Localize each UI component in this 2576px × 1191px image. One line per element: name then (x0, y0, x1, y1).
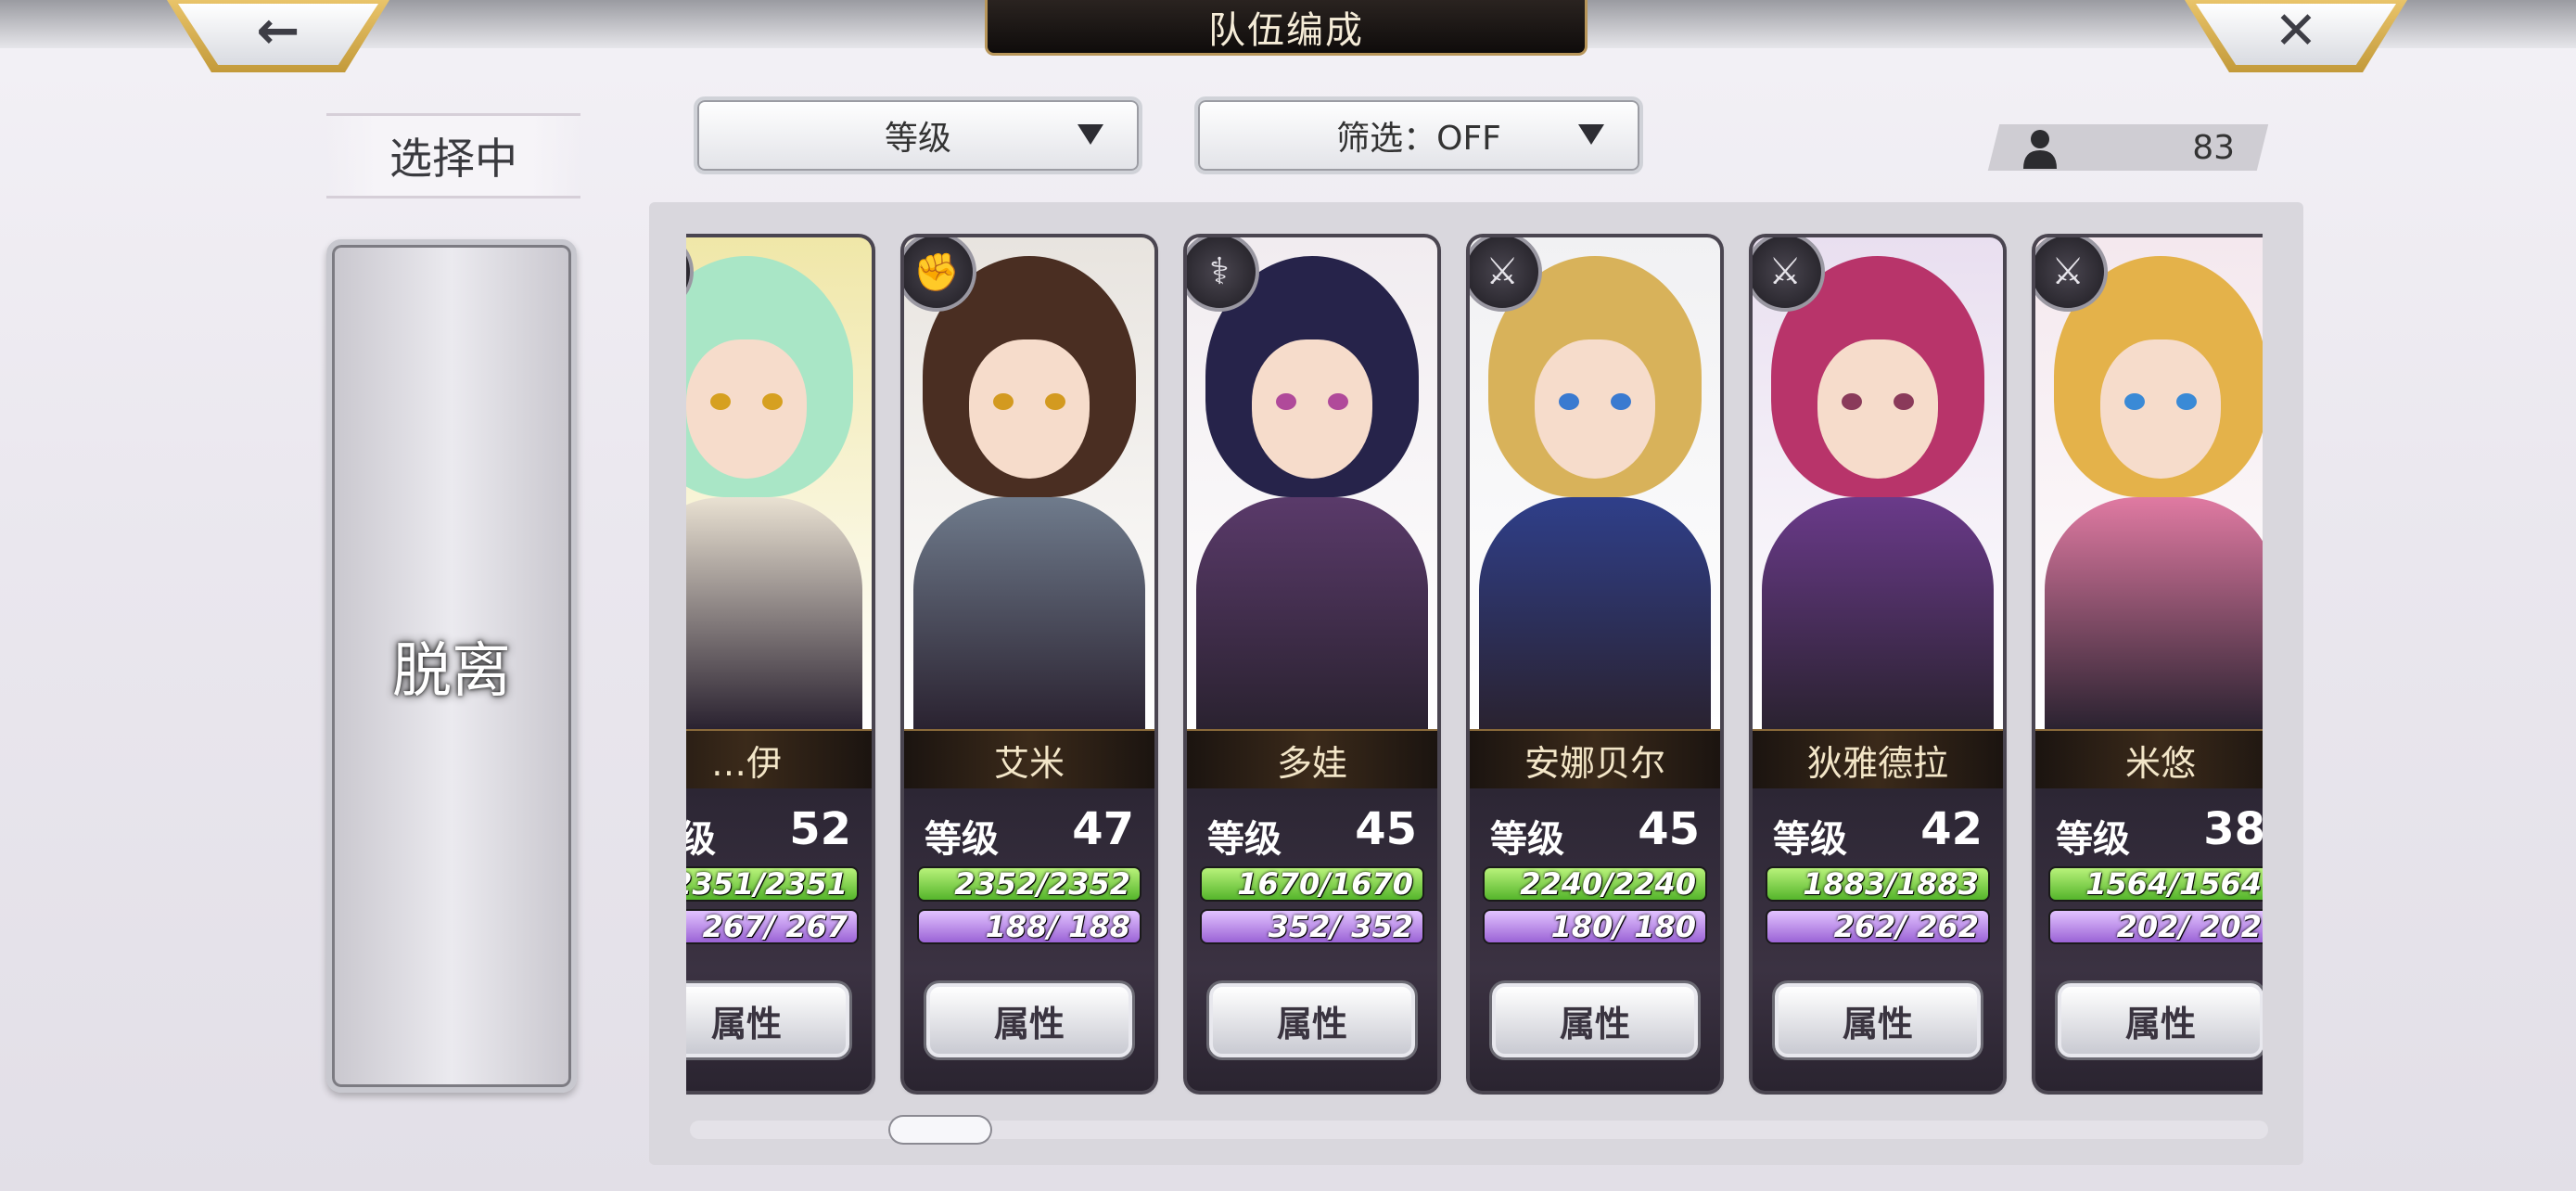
character-stats: 等级 42 1883/1883 262/ 262 属性 (1753, 788, 2003, 1091)
attributes-button-label: 属性 (1559, 1003, 1630, 1044)
mp-text: 188/ 188 (985, 911, 1130, 942)
character-stats: 等级 38 1564/1564 202/ 202 属性 (2035, 788, 2263, 1091)
hp-text: 2352/2352 (954, 868, 1130, 900)
person-icon (2023, 130, 2057, 169)
character-card[interactable]: ✊ 艾米 等级 47 2352/2352 188/ 188 属性 (904, 237, 1154, 1091)
leave-party-button[interactable]: 脱离 (326, 239, 577, 1093)
character-name-bar: 安娜贝尔 (1470, 729, 1720, 790)
character-card[interactable]: ↗…伊等级522351/2351267/ 267属性 (686, 237, 872, 1091)
character-name: 狄雅德拉 (1806, 742, 1948, 784)
character-name: 艾米 (993, 742, 1065, 784)
page-title: 队伍编成 (985, 0, 1588, 56)
mp-bar: 202/ 202 (2050, 911, 2263, 942)
hp-bar: 1883/1883 (1767, 868, 1988, 900)
attributes-button[interactable]: 属性 (2058, 983, 2263, 1057)
mp-text: 352/ 352 (1268, 911, 1413, 942)
character-card[interactable]: ⚔ 安娜贝尔 等级 45 2240/2240 180/ 180 属性 (1470, 237, 1720, 1091)
selecting-label-text: 选择中 (389, 134, 517, 184)
scrollbar-thumb[interactable] (890, 1117, 990, 1143)
attributes-button[interactable]: 属性 (686, 983, 849, 1057)
hp-bar: 1670/1670 (1202, 868, 1422, 900)
hp-bar: 2351/2351 (686, 868, 857, 900)
hp-text: 1564/1564 (2085, 868, 2262, 900)
character-name: 米悠 (2124, 742, 2196, 784)
close-x-icon: ✕ (2274, 0, 2318, 61)
character-name: 多娃 (1276, 742, 1347, 784)
level-label: 等级 (2056, 818, 2130, 861)
mp-bar: 267/ 267 (686, 911, 857, 942)
character-name: …伊 (710, 742, 782, 784)
arrow-left-icon: ← (256, 0, 300, 61)
filter-dropdown-label: 筛选：OFF (1336, 120, 1501, 158)
hp-bar: 1564/1564 (2050, 868, 2263, 900)
attributes-button-label: 属性 (1842, 1003, 1913, 1044)
character-card[interactable]: ⚔ 米悠 等级 38 1564/1564 202/ 202 属性 (2035, 237, 2263, 1091)
level-value: 42 (1920, 803, 1983, 855)
character-card[interactable]: ⚕ 多娃 等级 45 1670/1670 352/ 352 属性 (1187, 237, 1437, 1091)
selecting-label: 选择中 (326, 113, 580, 198)
character-stats: 等级 45 2240/2240 180/ 180 属性 (1470, 788, 1720, 1091)
sort-dropdown-label: 等级 (884, 120, 951, 158)
level-value: 38 (2203, 803, 2263, 855)
chevron-down-icon (1078, 124, 1103, 145)
attributes-button-label: 属性 (2124, 1003, 2196, 1044)
level-value: 45 (1355, 803, 1417, 855)
character-name-bar: …伊 (686, 729, 872, 790)
attributes-button[interactable]: 属性 (1209, 983, 1415, 1057)
hp-text: 1670/1670 (1237, 868, 1413, 900)
level-label: 等级 (686, 818, 716, 861)
mp-bar: 262/ 262 (1767, 911, 1988, 942)
chevron-down-icon (1578, 124, 1604, 145)
character-name-bar: 米悠 (2035, 729, 2263, 790)
attributes-button-label: 属性 (1276, 1003, 1347, 1044)
mp-text: 267/ 267 (702, 911, 848, 942)
character-name: 安娜贝尔 (1524, 742, 1665, 784)
sort-dropdown[interactable]: 等级 (694, 96, 1142, 174)
level-label: 等级 (1490, 818, 1564, 861)
attributes-button-label: 属性 (710, 1003, 782, 1044)
unit-count: 83 (2192, 128, 2235, 167)
back-button[interactable]: ← (167, 0, 389, 72)
character-name-bar: 艾米 (904, 729, 1154, 790)
hp-bar: 2352/2352 (919, 868, 1140, 900)
character-card[interactable]: ⚔ 狄雅德拉 等级 42 1883/1883 262/ 262 属性 (1753, 237, 2003, 1091)
character-name-bar: 狄雅德拉 (1753, 729, 2003, 790)
filter-dropdown[interactable]: 筛选：OFF (1194, 96, 1643, 174)
level-label: 等级 (1773, 818, 1847, 861)
level-value: 45 (1638, 803, 1700, 855)
attributes-button-label: 属性 (993, 1003, 1065, 1044)
character-list[interactable]: ↗…伊等级522351/2351267/ 267属性✊艾米等级472352/23… (686, 232, 2263, 1095)
mp-text: 262/ 262 (1833, 911, 1979, 942)
mp-text: 202/ 202 (2116, 911, 2262, 942)
page-title-text: 队伍编成 (1208, 8, 1364, 52)
character-stats: 等级 52 2351/2351 267/ 267 属性 (686, 788, 872, 1091)
close-button[interactable]: ✕ (2185, 0, 2407, 72)
character-stats: 等级 47 2352/2352 188/ 188 属性 (904, 788, 1154, 1091)
mp-bar: 352/ 352 (1202, 911, 1422, 942)
attributes-button[interactable]: 属性 (1492, 983, 1698, 1057)
level-value: 47 (1072, 803, 1134, 855)
character-stats: 等级 45 1670/1670 352/ 352 属性 (1187, 788, 1437, 1091)
leave-label: 脱离 (392, 637, 511, 706)
level-label: 等级 (925, 818, 999, 861)
mp-bar: 180/ 180 (1485, 911, 1705, 942)
hp-text: 2240/2240 (1520, 868, 1696, 900)
hp-text: 1883/1883 (1803, 868, 1979, 900)
character-portrait (686, 237, 872, 729)
character-name-bar: 多娃 (1187, 729, 1437, 790)
hp-text: 2351/2351 (686, 868, 848, 900)
mp-bar: 188/ 188 (919, 911, 1140, 942)
level-value: 52 (789, 803, 851, 855)
mp-text: 180/ 180 (1550, 911, 1696, 942)
attributes-button[interactable]: 属性 (1775, 983, 1981, 1057)
attributes-button[interactable]: 属性 (926, 983, 1132, 1057)
hp-bar: 2240/2240 (1485, 868, 1705, 900)
level-label: 等级 (1207, 818, 1282, 861)
